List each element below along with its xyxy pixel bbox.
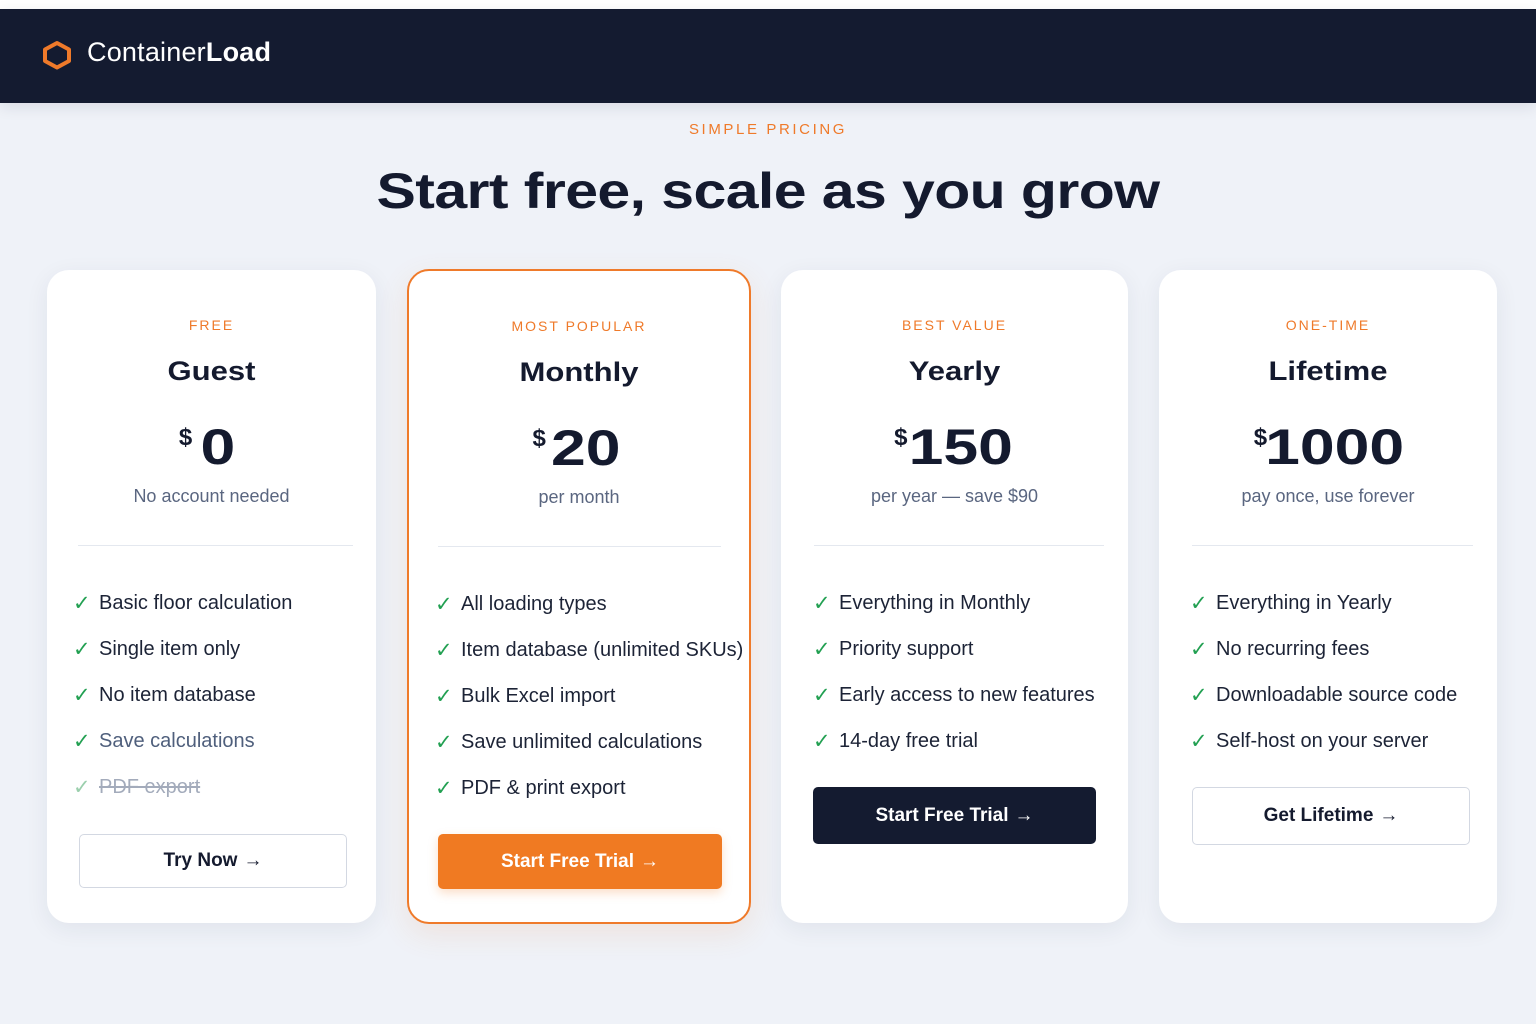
plan-card-guest: FREE Guest $0 No account needed ✓ Basic f… <box>47 270 376 923</box>
price-currency: $ <box>178 424 193 451</box>
section-eyebrow: SIMPLE PRICING <box>688 121 848 138</box>
feature-item: ✓ Everything in Yearly <box>1190 591 1392 615</box>
price-amount: 1000 <box>1265 419 1405 475</box>
feature-item: ✓ Save unlimited calculations <box>435 730 703 754</box>
plan-card-yearly: BEST VALUE Yearly $150 per year — save $… <box>781 270 1128 923</box>
check-icon: ✓ <box>813 591 831 615</box>
plan-note: per month <box>538 487 620 507</box>
start-free-trial-button-yearly[interactable]: Start Free Trial → <box>813 787 1096 844</box>
plan-card-monthly: MOST POPULAR Monthly $20 per month ✓ All … <box>407 269 751 924</box>
arrow-right-icon: → <box>1379 805 1399 826</box>
check-icon: ✓ <box>435 684 453 708</box>
check-icon: ✓ <box>1190 729 1208 753</box>
card-divider <box>438 546 721 547</box>
feature-item: ✓ Item database (unlimited SKUs) <box>435 638 744 662</box>
feature-list: ✓ All loading types ✓ Item database (unlim… <box>435 581 743 811</box>
arrow-right-icon: → <box>1014 804 1034 826</box>
check-icon: ✓ <box>1190 637 1208 661</box>
feature-item-unavailable: ✓ PDF export <box>73 775 201 799</box>
feature-item: ✓ Everything in Monthly <box>813 591 1031 615</box>
feature-item: ✓ Single item only <box>73 637 241 661</box>
arrow-right-icon: → <box>243 850 263 871</box>
feature-item: ✓ All loading types <box>435 592 607 616</box>
price-amount: 0 <box>200 419 236 475</box>
check-icon: ✓ <box>73 591 91 615</box>
card-divider <box>814 545 1104 546</box>
price-currency: $ <box>894 424 908 451</box>
check-icon: ✓ <box>813 683 831 707</box>
card-divider <box>1192 545 1473 546</box>
check-icon: ✓ <box>435 730 453 754</box>
plan-card-lifetime: ONE-TIME Lifetime $1000 pay once, use fo… <box>1159 270 1497 923</box>
arrow-right-icon: → <box>640 850 660 872</box>
check-icon: ✓ <box>73 683 91 707</box>
plan-note: per year — save $90 <box>870 486 1039 506</box>
page-headline: Start free, scale as you grow <box>376 163 1160 219</box>
plan-price: $0 <box>47 418 376 476</box>
price-amount: 150 <box>909 419 1014 475</box>
feature-item: ✓ 14-day free trial <box>813 729 978 753</box>
plan-name: Lifetime <box>1268 356 1388 386</box>
start-free-trial-button-monthly[interactable]: Start Free Trial → <box>438 834 722 889</box>
plan-note: No account needed <box>133 486 290 506</box>
check-icon: ✓ <box>73 729 91 753</box>
hexagon-icon <box>43 41 71 70</box>
check-icon: ✓ <box>435 592 453 616</box>
plan-name: Guest <box>167 356 256 386</box>
brand-logo[interactable]: ContainerLoad <box>87 37 271 68</box>
feature-item: ✓ Bulk Excel import <box>435 684 616 708</box>
plan-price: $1000 <box>1159 418 1497 476</box>
check-icon: ✓ <box>813 729 831 753</box>
plan-tag: BEST VALUE <box>901 317 1008 333</box>
top-navbar: ContainerLoad <box>0 9 1536 103</box>
feature-item: ✓ Save calculations <box>73 729 255 753</box>
brand-name-regular: Container <box>87 37 206 67</box>
top-strip <box>0 0 1536 9</box>
plan-tag: MOST POPULAR <box>511 318 647 334</box>
plan-tag: FREE <box>188 317 235 333</box>
plan-tag: ONE-TIME <box>1285 317 1371 333</box>
check-icon: ✓ <box>1190 683 1208 707</box>
check-icon: ✓ <box>435 638 453 662</box>
get-lifetime-button[interactable]: Get Lifetime → <box>1192 787 1470 845</box>
plan-price: $20 <box>409 419 749 477</box>
feature-item: ✓ PDF & print export <box>435 776 626 800</box>
plan-note: pay once, use forever <box>1241 486 1415 506</box>
check-icon: ✓ <box>435 776 453 800</box>
try-now-button[interactable]: Try Now → <box>79 834 347 888</box>
feature-list: ✓ Everything in Monthly ✓ Priority support… <box>813 580 1095 764</box>
plan-price: $150 <box>781 418 1128 476</box>
feature-list: ✓ Everything in Yearly ✓ No recurring fees… <box>1190 580 1457 764</box>
check-icon: ✓ <box>1190 591 1208 615</box>
feature-item: ✓ Priority support <box>813 637 974 661</box>
feature-list: ✓ Basic floor calculation ✓ Single item on… <box>73 580 292 810</box>
brand-name-bold: Load <box>205 37 272 67</box>
feature-item: ✓ Self-host on your server <box>1190 729 1429 753</box>
price-amount: 20 <box>550 420 621 476</box>
plan-name: Yearly <box>908 356 1001 386</box>
card-divider <box>78 545 353 546</box>
feature-item: ✓ No recurring fees <box>1190 637 1370 661</box>
check-icon: ✓ <box>813 637 831 661</box>
check-icon: ✓ <box>73 637 91 661</box>
plan-name: Monthly <box>519 357 639 387</box>
feature-item: ✓ No item database <box>73 683 256 707</box>
feature-item: ✓ Downloadable source code <box>1190 683 1458 707</box>
feature-item: ✓ Basic floor calculation <box>73 591 293 615</box>
price-currency: $ <box>532 425 546 452</box>
feature-item: ✓ Early access to new features <box>813 683 1095 707</box>
check-icon: ✓ <box>73 775 91 799</box>
